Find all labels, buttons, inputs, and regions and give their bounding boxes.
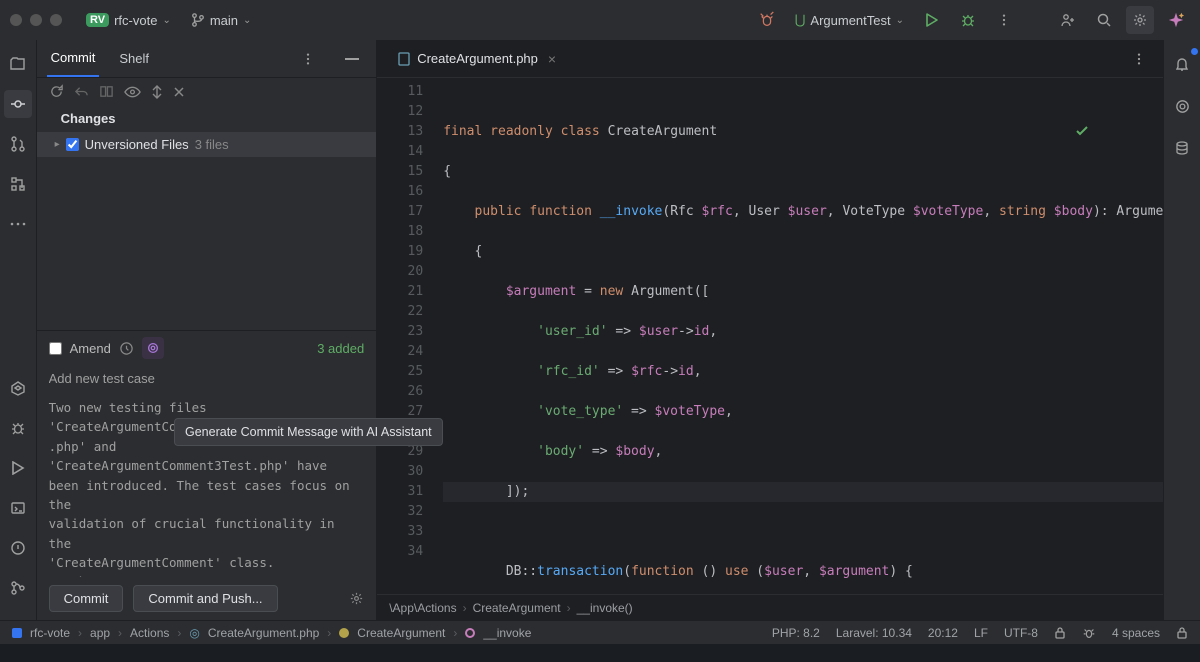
php-file-icon (397, 52, 411, 66)
sb-linesep[interactable]: LF (974, 626, 988, 640)
test-icon: ⋃ (795, 12, 806, 28)
ai-tooltip: Generate Commit Message with AI Assistan… (174, 418, 443, 446)
ai-bug-icon[interactable] (753, 6, 781, 34)
window-controls[interactable] (10, 14, 62, 26)
amend-label: Amend (70, 341, 111, 356)
editor-breadcrumb[interactable]: \App\Actions › CreateArgument › __invoke… (377, 594, 1163, 620)
unversioned-checkbox[interactable] (66, 138, 79, 151)
chevron-down-icon: ⌄ (243, 15, 251, 26)
branch-name: main (210, 13, 238, 28)
ai-generate-message-button[interactable] (142, 337, 164, 359)
commit-panel: Commit Shelf Changes ▸ Unversioned Files… (37, 40, 378, 620)
tab-shelf[interactable]: Shelf (115, 41, 153, 76)
amend-checkbox[interactable] (49, 342, 62, 355)
more-tool-icon[interactable] (4, 210, 32, 238)
commit-settings-icon[interactable] (349, 591, 364, 606)
group-by-icon[interactable] (151, 85, 163, 99)
changes-header: Changes (37, 105, 377, 132)
chevron-down-icon: ⌄ (896, 15, 904, 26)
structure-tool-icon[interactable] (4, 170, 32, 198)
debug-button[interactable] (954, 6, 982, 34)
bc-namespace: \App\Actions (389, 601, 456, 615)
sb-path-0[interactable]: rfc-vote (30, 626, 70, 640)
sb-path-3[interactable]: CreateArgument.php (208, 626, 319, 640)
changes-toolbar (37, 78, 377, 105)
more-icon[interactable] (990, 6, 1018, 34)
bc-function: __invoke() (577, 601, 633, 615)
diff-icon[interactable] (99, 84, 114, 99)
sb-php-listen-icon[interactable] (1082, 626, 1096, 640)
editor: CreateArgument.php × 1112131415161718192… (377, 40, 1163, 620)
editor-more-icon[interactable] (1125, 45, 1153, 73)
show-diff-icon[interactable] (124, 86, 141, 98)
expand-arrow-icon[interactable]: ▸ (55, 139, 60, 150)
services-icon[interactable] (4, 374, 32, 402)
file-tab-name: CreateArgument.php (417, 51, 538, 66)
pull-requests-icon[interactable] (4, 130, 32, 158)
database-icon[interactable] (1168, 134, 1196, 162)
project-icon[interactable] (12, 628, 22, 638)
file-count: 3 files (195, 137, 229, 152)
debug-tool-icon[interactable] (4, 414, 32, 442)
sb-path-5[interactable]: __invoke (483, 626, 531, 640)
run-config-name: ArgumentTest (810, 13, 890, 28)
sb-readonly-icon[interactable] (1054, 626, 1066, 639)
line-gutter[interactable]: 1112131415161718192021222324252627282930… (377, 78, 433, 594)
right-toolbar (1163, 40, 1200, 620)
statusbar: rfc-vote › app › Actions › ◎ CreateArgum… (0, 620, 1200, 644)
added-count: 3 added (317, 341, 364, 356)
refresh-icon[interactable] (49, 84, 64, 99)
ai-chat-icon[interactable] (1168, 92, 1196, 120)
collapse-icon[interactable] (173, 86, 185, 98)
commit-button[interactable]: Commit (49, 585, 124, 612)
sb-path-2[interactable]: Actions (130, 626, 169, 640)
traffic-max[interactable] (50, 14, 62, 26)
panel-minimize-icon[interactable] (338, 45, 366, 73)
commit-and-push-button[interactable]: Commit and Push... (133, 585, 277, 612)
vcs-tool-icon[interactable] (4, 574, 32, 602)
rollback-icon[interactable] (74, 84, 89, 99)
terminal-icon[interactable] (4, 494, 32, 522)
settings-icon[interactable] (1126, 6, 1154, 34)
run-config-selector[interactable]: ⋃ ArgumentTest ⌄ (789, 9, 910, 31)
notifications-icon[interactable] (1168, 50, 1196, 78)
history-icon[interactable] (119, 341, 134, 356)
branch-icon (191, 13, 205, 27)
code-with-me-icon[interactable] (1054, 6, 1082, 34)
left-toolbar (0, 40, 37, 620)
project-badge: RV (86, 13, 109, 27)
branch-selector[interactable]: main ⌄ (185, 10, 258, 31)
sb-pos[interactable]: 20:12 (928, 626, 958, 640)
project-tool-icon[interactable] (4, 50, 32, 78)
sb-php[interactable]: PHP: 8.2 (772, 626, 820, 640)
chevron-down-icon: ⌄ (162, 15, 170, 26)
project-name: rfc-vote (114, 13, 157, 28)
search-icon[interactable] (1090, 6, 1118, 34)
sb-indent[interactable]: 4 spaces (1112, 626, 1160, 640)
code-area[interactable]: final readonly class CreateArgument { pu… (433, 78, 1163, 594)
sb-path-1[interactable]: app (90, 626, 110, 640)
tab-commit[interactable]: Commit (47, 40, 100, 77)
sb-mem-icon[interactable] (1176, 626, 1188, 639)
panel-options-icon[interactable] (294, 45, 322, 73)
sb-encoding[interactable]: UTF-8 (1004, 626, 1038, 640)
run-button[interactable] (918, 6, 946, 34)
inspection-ok-icon[interactable] (1075, 84, 1153, 178)
problems-icon[interactable] (4, 534, 32, 562)
file-tab[interactable]: CreateArgument.php × (387, 45, 566, 73)
ai-assistant-icon[interactable] (1162, 6, 1190, 34)
commit-tool-icon[interactable] (4, 90, 32, 118)
unversioned-label: Unversioned Files (85, 137, 189, 152)
bc-class: CreateArgument (473, 601, 561, 615)
traffic-min[interactable] (30, 14, 42, 26)
close-tab-icon[interactable]: × (548, 51, 556, 67)
run-tool-icon[interactable] (4, 454, 32, 482)
unversioned-files-item[interactable]: ▸ Unversioned Files 3 files (37, 132, 377, 157)
sb-path-4[interactable]: CreateArgument (357, 626, 445, 640)
sb-laravel[interactable]: Laravel: 10.34 (836, 626, 912, 640)
traffic-close[interactable] (10, 14, 22, 26)
titlebar: RV rfc-vote ⌄ main ⌄ ⋃ ArgumentTest ⌄ (0, 0, 1200, 40)
project-selector[interactable]: RV rfc-vote ⌄ (80, 10, 177, 31)
commit-message-subject[interactable] (37, 365, 377, 392)
